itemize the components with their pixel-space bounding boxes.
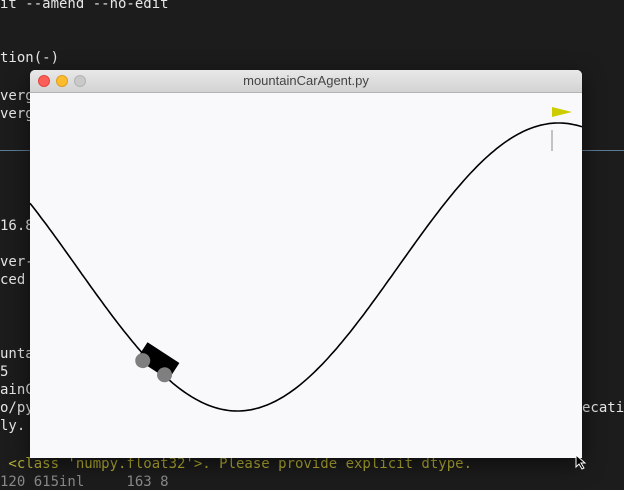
terminal-line: 16.8: [0, 218, 34, 234]
car: [135, 342, 180, 383]
terminal-line: ainC: [0, 382, 34, 398]
terminal-line: it --amend --no-edit: [0, 0, 169, 12]
terminal-divider: [0, 150, 30, 151]
flag-icon: [552, 107, 572, 117]
resize-cursor-icon: [575, 454, 587, 470]
terminal-line: ecati: [582, 400, 624, 416]
terminal-line: 120 615inl 163 8: [0, 474, 169, 490]
terminal-warning-line: <class 'numpy.float32'>. Please provide …: [0, 456, 473, 472]
terminal-line: verg: [0, 106, 34, 122]
terminal-line: unta: [0, 346, 34, 362]
terminal-line: ced: [0, 272, 26, 288]
terminal-line: ly.: [0, 418, 26, 434]
goal-flag: [551, 107, 572, 151]
terminal-line: ver-: [0, 254, 34, 270]
terminal-line: o/py: [0, 400, 34, 416]
mountain-car-scene: [30, 107, 582, 412]
terminal-divider: [582, 150, 624, 151]
app-window[interactable]: mountainCarAgent.py: [30, 70, 582, 458]
window-titlebar[interactable]: mountainCarAgent.py: [30, 70, 582, 93]
window-title: mountainCarAgent.py: [243, 73, 369, 88]
terminal-line: tion(-): [0, 50, 60, 66]
terminal-line: verg: [0, 88, 34, 104]
terminal-line: 5: [0, 364, 9, 380]
mountain-track: [30, 122, 582, 412]
